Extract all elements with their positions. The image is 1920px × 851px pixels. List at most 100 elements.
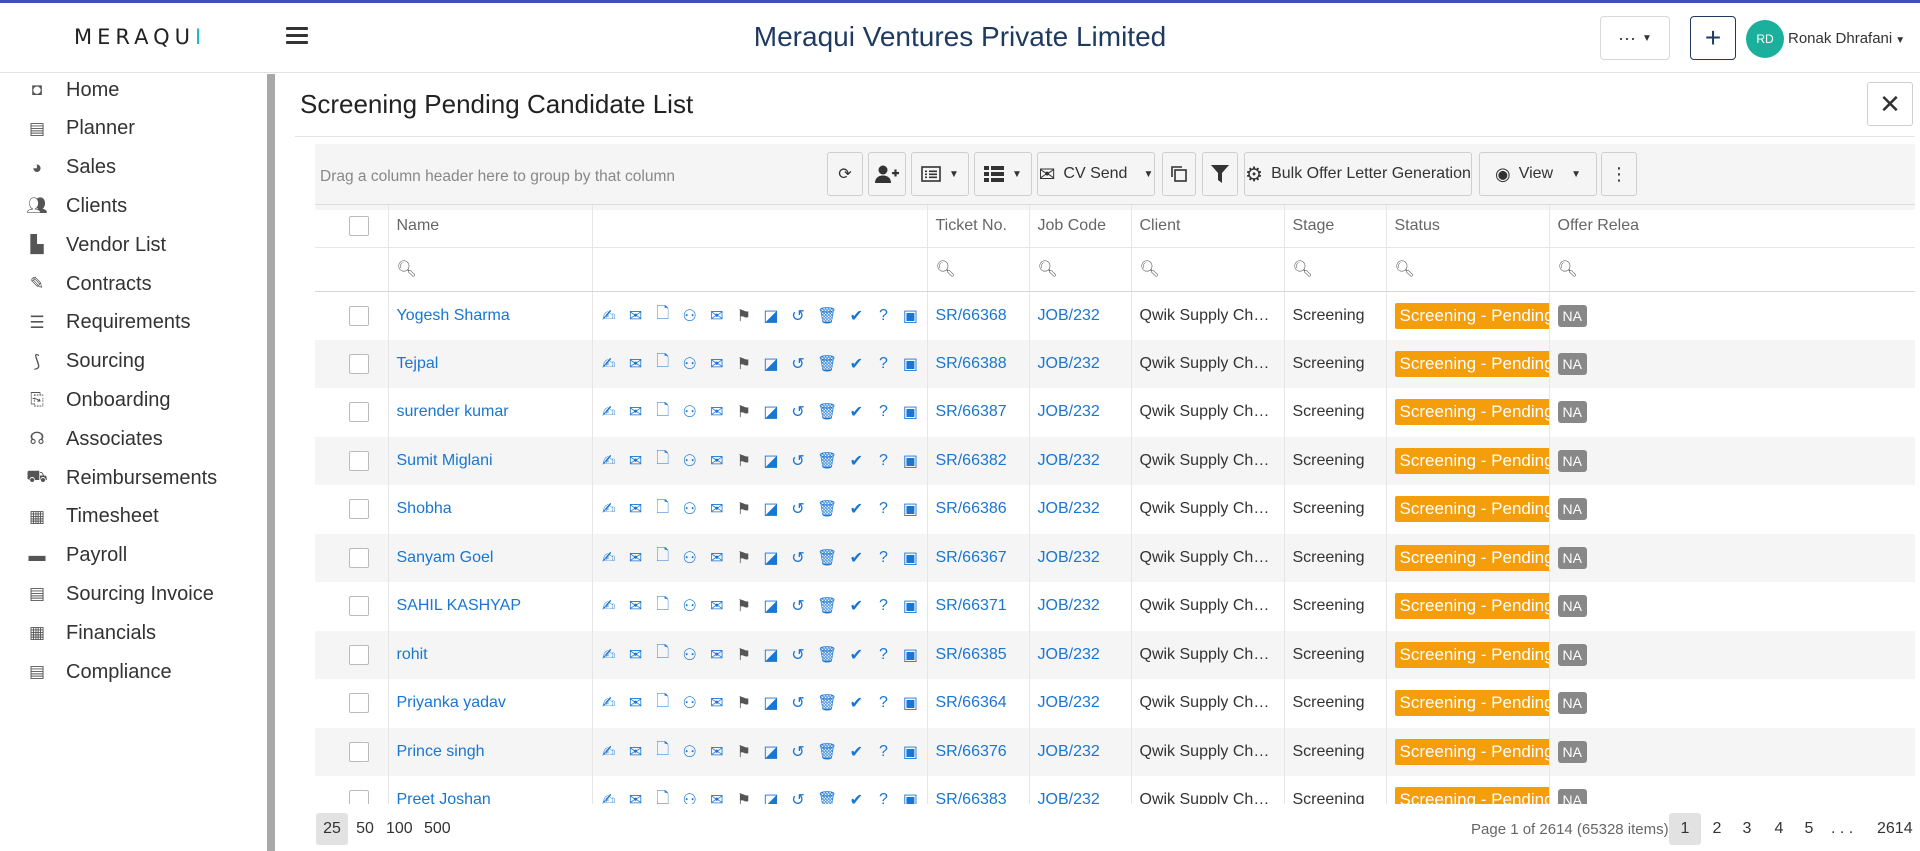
help-icon[interactable]: ?	[875, 646, 891, 664]
edit-user-icon[interactable]: ✍	[601, 354, 617, 374]
envelope-open-icon[interactable]: ✉	[709, 354, 725, 374]
document-icon[interactable]: 🗋︎	[655, 690, 671, 717]
people-icon[interactable]: ⚇	[682, 451, 698, 471]
name-cell[interactable]: Sumit Miglani	[388, 436, 593, 485]
trash-icon[interactable]: 🗑︎	[817, 790, 837, 804]
sidebar-item-financials[interactable]: ▦ Financials	[26, 618, 156, 648]
job-code-cell[interactable]: JOB/232	[1029, 533, 1132, 582]
table-row[interactable]: Sanyam Goel ✍ ✉ 🗋︎ ⚇ ✉ ⚑ ◪ ↺ 🗑︎ ✔? ▣ SR/66367 JOB/232…	[315, 533, 1915, 582]
row-checkbox[interactable]	[349, 741, 369, 762]
flag-icon[interactable]: ⚑	[736, 306, 752, 326]
people-icon[interactable]: ⚇	[682, 645, 698, 665]
clipboard-check-icon[interactable]: ✔	[848, 548, 864, 568]
name-cell[interactable]: Yogesh Sharma	[388, 291, 593, 340]
trash-icon[interactable]: 🗑︎	[817, 451, 837, 471]
flag-icon[interactable]: ⚑	[736, 742, 752, 762]
trash-icon[interactable]: 🗑︎	[817, 354, 837, 374]
table-row[interactable]: rohit ✍ ✉ 🗋︎ ⚇ ✉ ⚑ ◪ ↺ 🗑︎ ✔? ▣ SR/66385 JOB/232 Qwik S…	[315, 630, 1915, 679]
sidebar-item-contracts[interactable]: ✎ Contracts	[26, 269, 152, 299]
row-checkbox[interactable]	[349, 450, 369, 471]
clipboard-check-icon[interactable]: ✔	[848, 645, 864, 665]
id-card-icon[interactable]: ▣	[902, 354, 918, 374]
avatar[interactable]: RD	[1746, 20, 1784, 58]
sidebar-item-requirements[interactable]: ☰ Requirements	[26, 308, 190, 338]
edit-user-icon[interactable]: ✍	[601, 306, 617, 326]
document-icon[interactable]: 🗋︎	[655, 350, 671, 377]
column-header-name[interactable]: Name	[388, 205, 593, 248]
mail-icon[interactable]: ✉	[628, 306, 644, 326]
edit-user-icon[interactable]: ✍	[601, 499, 617, 519]
trash-icon[interactable]: 🗑︎	[817, 693, 837, 713]
id-card-icon[interactable]: ▣	[902, 306, 918, 326]
people-icon[interactable]: ⚇	[682, 354, 698, 374]
help-icon[interactable]: ?	[875, 452, 891, 470]
page-button-1[interactable]: 1	[1669, 813, 1701, 845]
mail-icon[interactable]: ✉	[628, 693, 644, 713]
people-icon[interactable]: ⚇	[682, 499, 698, 519]
row-checkbox[interactable]	[349, 596, 369, 617]
id-card-icon[interactable]: ▣	[902, 742, 918, 762]
help-icon[interactable]: ?	[875, 355, 891, 373]
sidebar-item-sales[interactable]: ◕ Sales	[26, 153, 116, 183]
note-icon[interactable]: ◪	[763, 548, 779, 568]
trash-icon[interactable]: 🗑︎	[817, 645, 837, 665]
add-button[interactable]: +	[1690, 16, 1736, 60]
sidebar-item-sourcing[interactable]: ⟆ Sourcing	[26, 347, 145, 377]
history-icon[interactable]: ↺	[790, 451, 806, 471]
trash-icon[interactable]: 🗑︎	[817, 499, 837, 519]
people-icon[interactable]: ⚇	[682, 596, 698, 616]
name-cell[interactable]: Sanyam Goel	[388, 533, 593, 582]
help-icon[interactable]: ?	[875, 597, 891, 615]
people-icon[interactable]: ⚇	[682, 790, 698, 804]
page-size-25[interactable]: 25	[316, 813, 348, 845]
job-code-cell[interactable]: JOB/232	[1029, 436, 1132, 485]
sidebar-item-clients[interactable]: 👥︎ Clients	[26, 191, 127, 221]
id-card-icon[interactable]: ▣	[902, 402, 918, 422]
document-icon[interactable]: 🗋︎	[655, 593, 671, 620]
ticket-cell[interactable]: SR/66383	[927, 776, 1030, 804]
edit-user-icon[interactable]: ✍	[601, 790, 617, 804]
row-checkbox[interactable]	[349, 547, 369, 568]
row-checkbox[interactable]	[349, 402, 369, 423]
flag-icon[interactable]: ⚑	[736, 499, 752, 519]
trash-icon[interactable]: 🗑︎	[817, 402, 837, 422]
filter-stage[interactable]: 🔍︎	[1284, 247, 1387, 292]
table-row[interactable]: Preet Joshan ✍ ✉ 🗋︎ ⚇ ✉ ⚑ ◪ ↺ 🗑︎ ✔? ▣ SR/66383 JOB/23…	[315, 776, 1915, 804]
flag-icon[interactable]: ⚑	[736, 645, 752, 665]
id-card-icon[interactable]: ▣	[902, 645, 918, 665]
flag-icon[interactable]: ⚑	[736, 548, 752, 568]
add-user-button[interactable]	[868, 152, 906, 196]
envelope-open-icon[interactable]: ✉	[709, 306, 725, 326]
job-code-cell[interactable]: JOB/232	[1029, 582, 1132, 631]
table-row[interactable]: SAHIL KASHYAP ✍ ✉ 🗋︎ ⚇ ✉ ⚑ ◪ ↺ 🗑︎ ✔? ▣ SR/66371 JOB/2…	[315, 582, 1915, 631]
note-icon[interactable]: ◪	[763, 790, 779, 804]
logo[interactable]: MERAQUI	[74, 25, 206, 49]
document-icon[interactable]: 🗋︎	[655, 496, 671, 523]
mail-icon[interactable]: ✉	[628, 548, 644, 568]
help-icon[interactable]: ?	[875, 791, 891, 804]
clipboard-check-icon[interactable]: ✔	[848, 596, 864, 616]
trash-icon[interactable]: 🗑︎	[817, 306, 837, 326]
column-header-client[interactable]: Client	[1131, 205, 1285, 248]
menu-toggle-icon[interactable]	[286, 27, 308, 47]
ticket-cell[interactable]: SR/66371	[927, 582, 1030, 631]
sidebar-item-payroll[interactable]: ▬ Payroll	[26, 541, 128, 571]
note-icon[interactable]: ◪	[763, 402, 779, 422]
history-icon[interactable]: ↺	[790, 645, 806, 665]
page-size-50[interactable]: 50	[349, 813, 381, 845]
history-icon[interactable]: ↺	[790, 306, 806, 326]
flag-icon[interactable]: ⚑	[736, 451, 752, 471]
people-icon[interactable]: ⚇	[682, 548, 698, 568]
history-icon[interactable]: ↺	[790, 742, 806, 762]
page-button-3[interactable]: 3	[1731, 813, 1763, 845]
history-icon[interactable]: ↺	[790, 402, 806, 422]
filter-job-code[interactable]: 🔍︎	[1029, 247, 1132, 292]
ticket-cell[interactable]: SR/66368	[927, 291, 1030, 340]
edit-user-icon[interactable]: ✍	[601, 645, 617, 665]
id-card-icon[interactable]: ▣	[902, 451, 918, 471]
history-icon[interactable]: ↺	[790, 693, 806, 713]
page-ellipsis[interactable]: . . .	[1825, 813, 1859, 845]
sidebar-item-reimbursements[interactable]: ⛟ Reimbursements	[26, 463, 217, 493]
envelope-open-icon[interactable]: ✉	[709, 596, 725, 616]
close-button[interactable]: ✕	[1867, 82, 1913, 126]
